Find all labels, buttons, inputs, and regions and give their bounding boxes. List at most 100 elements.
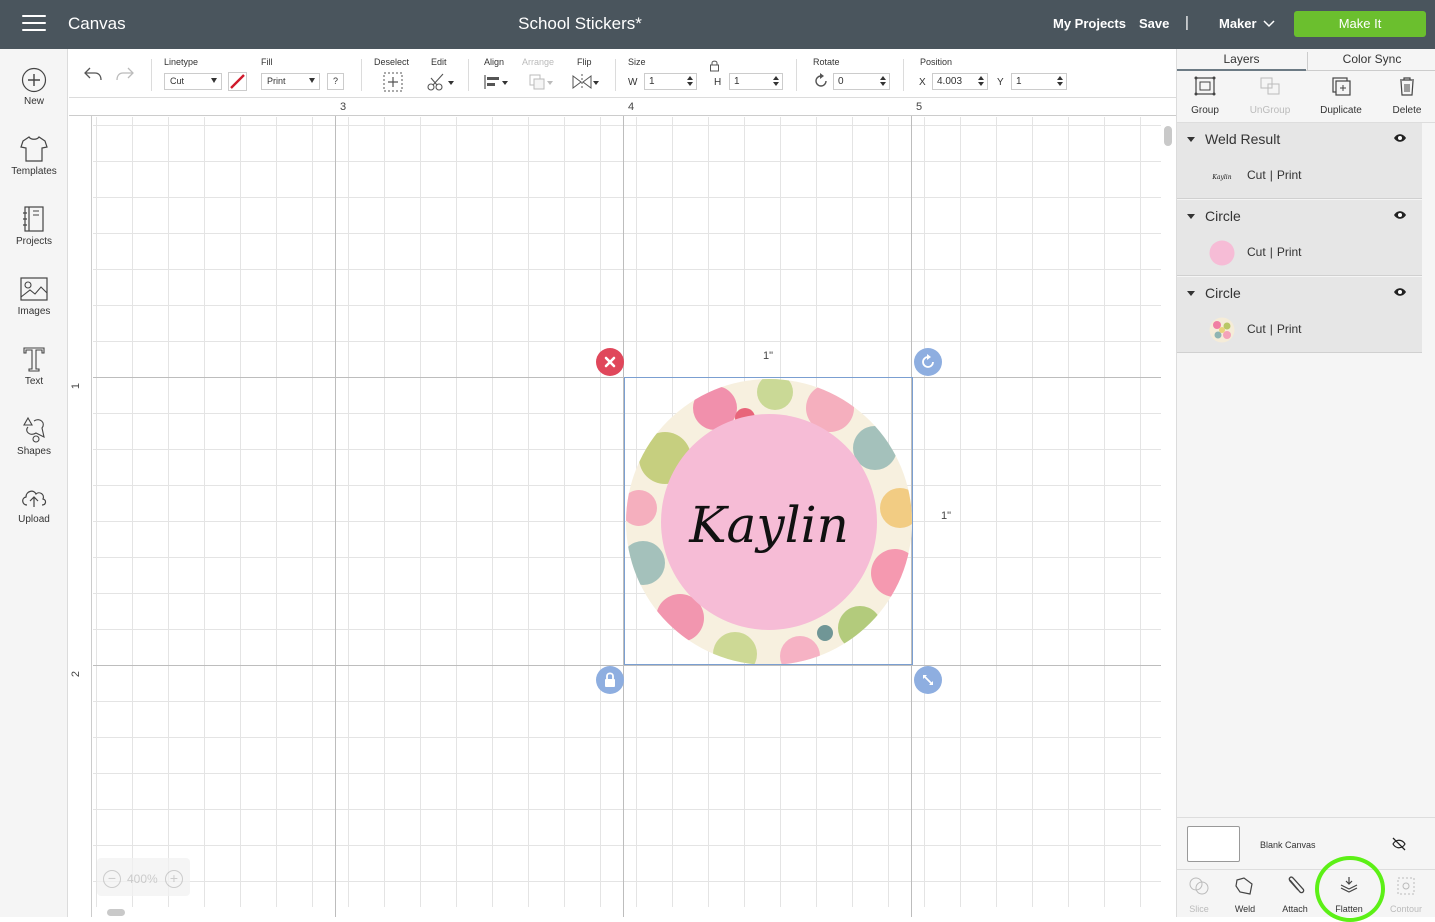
fill-select[interactable]: Print bbox=[261, 73, 320, 90]
print-op: Print bbox=[1276, 168, 1302, 182]
x-input[interactable]: 4.003 bbox=[932, 73, 988, 90]
redo-icon[interactable] bbox=[115, 65, 135, 83]
ruler-left: 1 2 bbox=[69, 116, 92, 917]
document-title[interactable]: School Stickers* bbox=[518, 14, 642, 34]
ungroup-icon bbox=[1260, 77, 1280, 95]
sidebar-item-projects[interactable]: Projects bbox=[0, 205, 68, 271]
x-stepper[interactable] bbox=[978, 76, 985, 88]
linetype-color-swatch[interactable] bbox=[228, 72, 247, 91]
sidebar-item-shapes[interactable]: Shapes bbox=[0, 415, 68, 481]
rotate-handle[interactable] bbox=[914, 348, 942, 376]
width-input[interactable]: 1 bbox=[644, 73, 697, 90]
contour-icon bbox=[1397, 877, 1415, 895]
cut-op: Cut bbox=[1247, 168, 1266, 182]
caret-down-icon[interactable] bbox=[1187, 214, 1195, 219]
slice-button[interactable]: Slice bbox=[1174, 876, 1224, 914]
ruler-top-5: 5 bbox=[916, 101, 923, 113]
arrange-icon[interactable] bbox=[528, 73, 556, 91]
align-icon[interactable] bbox=[483, 73, 511, 91]
blank-canvas-swatch[interactable] bbox=[1187, 826, 1240, 862]
group-icon bbox=[1194, 76, 1216, 96]
zoom-out-button[interactable]: − bbox=[103, 870, 121, 888]
fill-help-button[interactable]: ? bbox=[327, 73, 344, 90]
flip-icon[interactable] bbox=[571, 73, 601, 91]
lock-aspect-icon[interactable] bbox=[709, 60, 720, 72]
rotate-input[interactable]: 0 bbox=[833, 73, 890, 90]
zoom-in-button[interactable]: + bbox=[165, 870, 183, 888]
eye-icon[interactable] bbox=[1393, 287, 1407, 297]
attach-button[interactable]: Attach bbox=[1270, 876, 1320, 914]
ungroup-button[interactable]: UnGroup bbox=[1240, 76, 1300, 116]
trash-icon bbox=[1400, 77, 1414, 96]
image-icon bbox=[20, 277, 48, 301]
layer-operations: Cut | Print bbox=[1247, 245, 1302, 259]
shirt-icon bbox=[20, 136, 48, 162]
toolbar-divider bbox=[468, 59, 469, 91]
lock-handle[interactable] bbox=[596, 666, 624, 694]
deselect-label: Deselect bbox=[374, 57, 410, 67]
duplicate-label: Duplicate bbox=[1320, 105, 1362, 116]
layer-operations: Cut | Print bbox=[1247, 168, 1302, 182]
top-bar: Canvas School Stickers* My Projects Save… bbox=[0, 0, 1435, 49]
y-input[interactable]: 1 bbox=[1011, 73, 1067, 90]
group-button[interactable]: Group bbox=[1175, 76, 1235, 116]
sidebar-item-images[interactable]: Images bbox=[0, 275, 68, 341]
design-canvas[interactable]: 3 4 5 1 2 Kaylin 1" 1" − 400% + bbox=[69, 98, 1176, 917]
tab-color-sync[interactable]: Color Sync bbox=[1307, 52, 1435, 71]
edit-scissors-icon[interactable] bbox=[427, 72, 455, 92]
height-input[interactable]: 1 bbox=[729, 73, 783, 90]
sidebar-item-text[interactable]: Text bbox=[0, 345, 68, 411]
width-dimension-label: 1" bbox=[763, 350, 774, 362]
blank-canvas-row[interactable]: Blank Canvas bbox=[1177, 817, 1435, 869]
tab-layers[interactable]: Layers bbox=[1177, 52, 1306, 71]
thumb-text: Kaylin bbox=[1211, 174, 1231, 181]
weld-icon bbox=[1235, 877, 1253, 895]
height-stepper[interactable] bbox=[773, 76, 780, 88]
layer-title: Circle bbox=[1205, 208, 1241, 224]
linetype-select[interactable]: Cut bbox=[164, 73, 222, 90]
eye-hidden-icon[interactable] bbox=[1391, 837, 1407, 851]
layer-circle-floral[interactable]: Circle Cut | Print bbox=[1177, 277, 1422, 353]
paperclip-icon bbox=[1288, 876, 1305, 894]
vertical-scrollbar[interactable] bbox=[1164, 126, 1172, 146]
contour-button[interactable]: Contour bbox=[1381, 876, 1431, 914]
caret-down-icon[interactable] bbox=[1187, 137, 1195, 142]
op-separator: | bbox=[1269, 322, 1273, 336]
sidebar-item-new[interactable]: New bbox=[0, 67, 68, 133]
eye-icon[interactable] bbox=[1393, 133, 1407, 143]
horizontal-scrollbar[interactable] bbox=[107, 909, 125, 916]
y-stepper[interactable] bbox=[1057, 76, 1064, 88]
selection-box[interactable] bbox=[624, 377, 913, 665]
zoom-level: 400% bbox=[127, 872, 158, 886]
delete-button[interactable]: Delete bbox=[1377, 76, 1435, 116]
sidebar-item-upload[interactable]: Upload bbox=[0, 485, 68, 551]
layer-thumbnail: Kaylin bbox=[1211, 174, 1231, 181]
save-button[interactable]: Save bbox=[1139, 16, 1169, 31]
layer-weld-result[interactable]: Weld Result Kaylin Cut | Print bbox=[1177, 123, 1422, 199]
my-projects-link[interactable]: My Projects bbox=[1053, 16, 1126, 31]
duplicate-button[interactable]: Duplicate bbox=[1311, 76, 1371, 116]
undo-icon[interactable] bbox=[83, 65, 103, 83]
layer-circle-pink[interactable]: Circle Cut | Print bbox=[1177, 200, 1422, 276]
caret-down-icon[interactable] bbox=[1187, 291, 1195, 296]
print-op: Print bbox=[1276, 322, 1302, 336]
align-label: Align bbox=[484, 57, 505, 67]
make-it-button[interactable]: Make It bbox=[1294, 11, 1426, 37]
edit-label: Edit bbox=[431, 57, 447, 67]
weld-button[interactable]: Weld bbox=[1220, 876, 1270, 914]
delete-handle[interactable] bbox=[596, 348, 624, 376]
width-label: W bbox=[628, 77, 638, 88]
ruler-left-1: 1 bbox=[70, 382, 83, 390]
size-label: Size bbox=[628, 57, 646, 67]
machine-selector[interactable]: Maker bbox=[1219, 16, 1257, 31]
x-value: 4.003 bbox=[937, 76, 963, 87]
width-stepper[interactable] bbox=[687, 76, 694, 88]
eye-icon[interactable] bbox=[1393, 210, 1407, 220]
sidebar-item-templates[interactable]: Templates bbox=[0, 135, 68, 201]
ruler-top-3: 3 bbox=[340, 101, 347, 113]
resize-handle[interactable] bbox=[914, 666, 942, 694]
chevron-down-icon[interactable] bbox=[1263, 17, 1275, 29]
deselect-icon[interactable] bbox=[383, 72, 403, 92]
ruler-left-2: 2 bbox=[70, 670, 83, 678]
rotate-stepper[interactable] bbox=[880, 76, 887, 88]
